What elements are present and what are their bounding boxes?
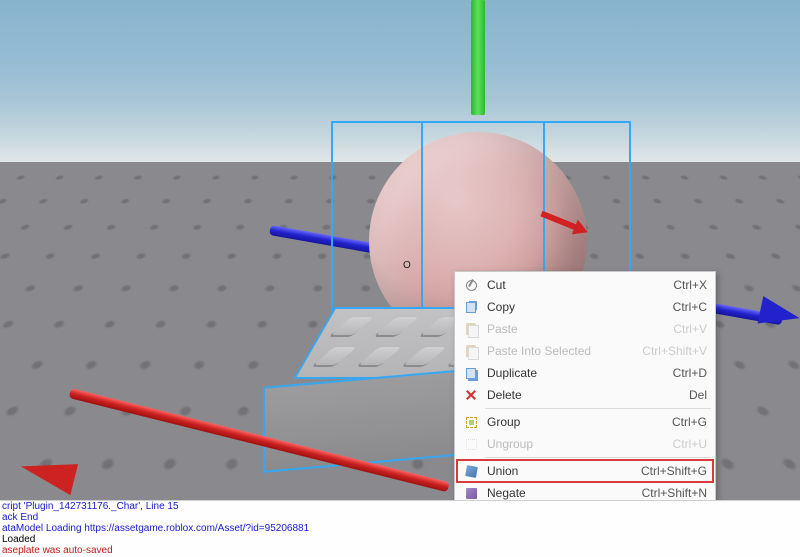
origin-label: O [403, 260, 411, 271]
menu-label: Union [487, 464, 641, 478]
paste-icon [461, 343, 481, 359]
output-line: Loaded [2, 534, 798, 545]
menu-label: Duplicate [487, 366, 673, 380]
menu-label: Negate [487, 486, 642, 500]
menu-label: Copy [487, 300, 673, 314]
menu-item-union[interactable]: UnionCtrl+Shift+G [457, 460, 713, 482]
menu-separator [485, 457, 711, 458]
delete-icon [461, 387, 481, 403]
menu-item-negate[interactable]: NegateCtrl+Shift+N [457, 482, 713, 500]
x-axis-arrow[interactable] [0, 382, 470, 410]
output-line: cript 'Plugin_142731176._Char', Line 15 [2, 501, 798, 512]
group-icon [461, 414, 481, 430]
menu-item-paste: PasteCtrl+V [457, 318, 713, 340]
context-menu: CutCtrl+XCopyCtrl+CPasteCtrl+VPaste Into… [454, 271, 716, 500]
menu-label: Cut [487, 278, 673, 292]
menu-label: Ungroup [487, 437, 673, 451]
menu-shortcut: Ctrl+Shift+N [642, 486, 707, 500]
menu-shortcut: Ctrl+C [673, 300, 707, 314]
menu-item-copy[interactable]: CopyCtrl+C [457, 296, 713, 318]
output-panel[interactable]: cript 'Plugin_142731176._Char', Line 15a… [0, 500, 800, 557]
menu-shortcut: Ctrl+V [673, 322, 707, 336]
menu-item-delete[interactable]: DeleteDel [457, 384, 713, 406]
menu-label: Paste [487, 322, 673, 336]
3d-viewport[interactable]: O CutCtrl+XCopyCtrl+CPasteCtrl+VPaste In… [0, 0, 800, 500]
menu-label: Delete [487, 388, 689, 402]
menu-item-cut[interactable]: CutCtrl+X [457, 274, 713, 296]
output-line: aseplate was auto-saved [2, 545, 798, 556]
menu-shortcut: Ctrl+Shift+V [642, 344, 707, 358]
paste-icon [461, 321, 481, 337]
ungroup-icon [461, 436, 481, 452]
menu-label: Paste Into Selected [487, 344, 642, 358]
menu-separator [485, 408, 711, 409]
duplicate-icon [461, 365, 481, 381]
menu-shortcut: Ctrl+X [673, 278, 707, 292]
output-line: ataModel Loading https://assetgame.roblo… [2, 523, 798, 534]
output-line: ack End [2, 512, 798, 523]
menu-item-duplicate[interactable]: DuplicateCtrl+D [457, 362, 713, 384]
menu-shortcut: Ctrl+G [672, 415, 707, 429]
menu-label: Group [487, 415, 672, 429]
menu-shortcut: Del [689, 388, 707, 402]
menu-shortcut: Ctrl+U [673, 437, 707, 451]
union-icon [461, 463, 481, 479]
menu-item-paste-into-selected: Paste Into SelectedCtrl+Shift+V [457, 340, 713, 362]
menu-item-ungroup: UngroupCtrl+U [457, 433, 713, 455]
menu-shortcut: Ctrl+Shift+G [641, 464, 707, 478]
negate-icon [461, 485, 481, 500]
copy-icon [461, 299, 481, 315]
cut-icon [461, 277, 481, 293]
y-axis-arrow[interactable] [471, 0, 485, 115]
menu-item-group[interactable]: GroupCtrl+G [457, 411, 713, 433]
brick-part[interactable] [228, 307, 468, 447]
menu-shortcut: Ctrl+D [673, 366, 707, 380]
